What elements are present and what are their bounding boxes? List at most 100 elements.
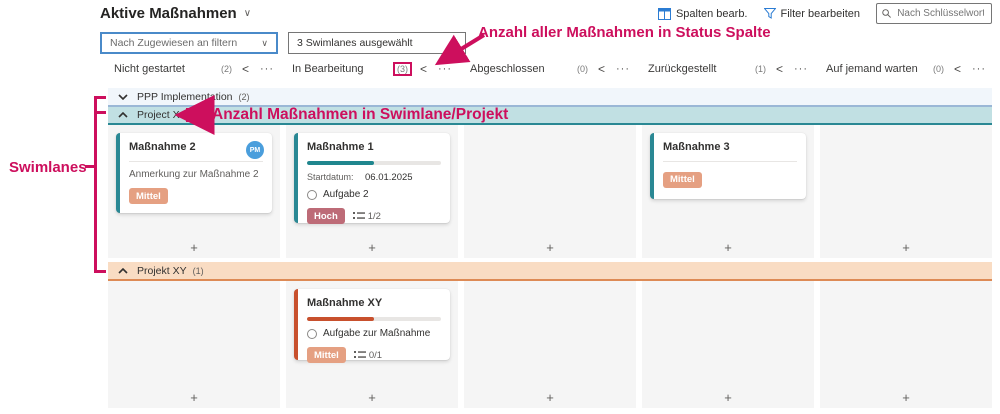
add-card-button[interactable]: + <box>724 391 732 404</box>
checklist-progress: 0/1 <box>354 350 382 361</box>
task-label: Aufgabe zur Maßnahme <box>323 328 430 339</box>
add-card-button[interactable]: + <box>546 241 554 254</box>
edit-columns-label: Spalten bearb. <box>676 8 748 20</box>
checklist-icon <box>353 211 365 221</box>
lane-in-bearbeitung: Maßnahme XY Aufgabe zur Maßnahme Mittel <box>286 281 458 408</box>
swimlane-count: (1) <box>193 266 204 276</box>
collapse-column-icon[interactable]: < <box>242 62 249 76</box>
lane-abgeschlossen: + <box>464 281 636 408</box>
add-card-button[interactable]: + <box>190 241 198 254</box>
swimlane-select-value: 3 Swimlanes ausgewählt <box>297 37 413 49</box>
column-menu-icon[interactable]: ··· <box>616 63 630 75</box>
column-count: (0) <box>933 64 944 74</box>
task-checkbox[interactable] <box>307 329 317 339</box>
swimlane-content-project-x: Maßnahme 2 PM Anmerkung zur Maßnahme 2 M… <box>108 125 992 258</box>
badge-row: Hoch 1/2 <box>307 208 441 224</box>
column-menu-icon[interactable]: ··· <box>972 63 986 75</box>
column-header-row: Nicht gestartet (2) < ··· In Bearbeitung… <box>108 56 992 82</box>
column-header-zurueckgestellt: Zurückgestellt (1) < ··· <box>642 56 814 82</box>
annotation-swimlanes-label: Swimlanes <box>9 159 87 176</box>
progress-fill <box>307 161 374 165</box>
lane-nicht-gestartet: Maßnahme 2 PM Anmerkung zur Maßnahme 2 M… <box>108 125 280 258</box>
column-header-nicht-gestartet: Nicht gestartet (2) < ··· <box>108 56 280 82</box>
annotation-status-count: Anzahl aller Maßnahmen in Status Spalte <box>478 24 771 41</box>
column-menu-icon[interactable]: ··· <box>794 63 808 75</box>
task-checkbox[interactable] <box>307 190 317 200</box>
avatar[interactable]: PM <box>246 141 264 159</box>
add-card-button[interactable]: + <box>546 391 554 404</box>
card-title: Maßnahme XY <box>307 297 441 309</box>
swimlanes-bracket-tick-top <box>94 96 106 99</box>
chevron-down-icon: ∨ <box>261 38 268 49</box>
priority-badge: Mittel <box>307 347 346 363</box>
annotation-arrow-status <box>424 30 490 70</box>
chevron-up-icon[interactable] <box>118 112 128 118</box>
swimlane-content-projekt-xy: + Maßnahme XY Aufgabe zur Maßnahme Mitte… <box>108 281 992 408</box>
add-card-button[interactable]: + <box>902 241 910 254</box>
lane-nicht-gestartet: + <box>108 281 280 408</box>
progress-fill <box>307 317 374 321</box>
swimlane-name: PPP Implementation <box>137 91 233 103</box>
card-title: Maßnahme 3 <box>663 141 797 153</box>
add-card-button[interactable]: + <box>368 241 376 254</box>
task-row: Aufgabe zur Maßnahme <box>307 328 441 339</box>
page-title: Aktive Maßnahmen ∨ <box>100 5 251 22</box>
column-menu-icon[interactable]: ··· <box>260 63 274 75</box>
annotation-swimlane-count: Anzahl Maßnahmen in Swimlane/Projekt <box>212 106 508 124</box>
start-date-label: Startdatum: <box>307 172 365 182</box>
swimlanes-label-dash <box>85 165 94 168</box>
column-count-highlighted: (3) <box>393 62 412 76</box>
column-title: Auf jemand warten <box>826 63 933 75</box>
card-divider <box>663 161 797 162</box>
lane-zurueckgestellt: Maßnahme 3 Mittel + <box>642 125 814 258</box>
collapse-column-icon[interactable]: < <box>954 62 961 76</box>
lane-abgeschlossen: + <box>464 125 636 258</box>
assigned-filter-dropdown[interactable]: Nach Zugewiesen an filtern ∨ <box>100 32 278 54</box>
task-row: Aufgabe 2 <box>307 189 441 200</box>
column-title: Nicht gestartet <box>114 63 221 75</box>
planner-board-page: Aktive Maßnahmen ∨ Spalten bearb. Filter… <box>0 0 1000 414</box>
add-card-button[interactable]: + <box>902 391 910 404</box>
chevron-down-icon[interactable] <box>118 94 128 100</box>
start-date-value: 06.01.2025 <box>365 172 413 183</box>
checklist-progress: 1/2 <box>353 211 381 222</box>
lane-auf-jemand-warten: + <box>820 281 992 408</box>
checklist-count: 1/2 <box>368 211 381 222</box>
card-massnahme-1[interactable]: Maßnahme 1 Startdatum: 06.01.2025 Aufgab… <box>294 133 450 223</box>
add-card-button[interactable]: + <box>724 241 732 254</box>
column-count: (0) <box>577 64 588 74</box>
toolbar: Spalten bearb. Filter bearbeiten <box>658 3 992 24</box>
swimlane-header-projekt-xy[interactable]: Projekt XY (1) <box>108 262 992 281</box>
card-massnahme-3[interactable]: Maßnahme 3 Mittel <box>650 133 806 199</box>
card-divider <box>129 161 263 162</box>
search-icon <box>882 8 891 19</box>
edit-columns-button[interactable]: Spalten bearb. <box>658 8 748 20</box>
swimlane-header-ppp-implementation[interactable]: PPP Implementation (2) <box>108 88 992 107</box>
columns-icon <box>658 8 671 20</box>
priority-badge: Hoch <box>307 208 345 224</box>
chevron-down-icon[interactable]: ∨ <box>244 8 251 19</box>
progress-bar <box>307 317 441 321</box>
card-title: Maßnahme 1 <box>307 141 441 153</box>
priority-badge: Mittel <box>129 188 168 204</box>
card-massnahme-xy[interactable]: Maßnahme XY Aufgabe zur Maßnahme Mittel <box>294 289 450 360</box>
checklist-icon <box>354 350 366 360</box>
swimlanes-bracket-tick-mid <box>94 111 106 114</box>
column-title: In Bearbeitung <box>292 63 393 75</box>
filter-icon <box>764 8 776 19</box>
priority-badge: Mittel <box>663 172 702 188</box>
edit-filter-button[interactable]: Filter bearbeiten <box>764 8 861 20</box>
checklist-count: 0/1 <box>369 350 382 361</box>
search-input[interactable] <box>895 7 986 20</box>
collapse-column-icon[interactable]: < <box>776 62 783 76</box>
column-count: (2) <box>221 64 232 74</box>
page-title-text: Aktive Maßnahmen <box>100 5 237 22</box>
add-card-button[interactable]: + <box>368 391 376 404</box>
collapse-column-icon[interactable]: < <box>598 62 605 76</box>
card-massnahme-2[interactable]: Maßnahme 2 PM Anmerkung zur Maßnahme 2 M… <box>116 133 272 213</box>
swimlanes-bracket-line <box>94 96 97 273</box>
annotation-arrow-swimlane <box>172 108 210 122</box>
keyword-search[interactable] <box>876 3 992 24</box>
chevron-up-icon[interactable] <box>118 268 128 274</box>
add-card-button[interactable]: + <box>190 391 198 404</box>
